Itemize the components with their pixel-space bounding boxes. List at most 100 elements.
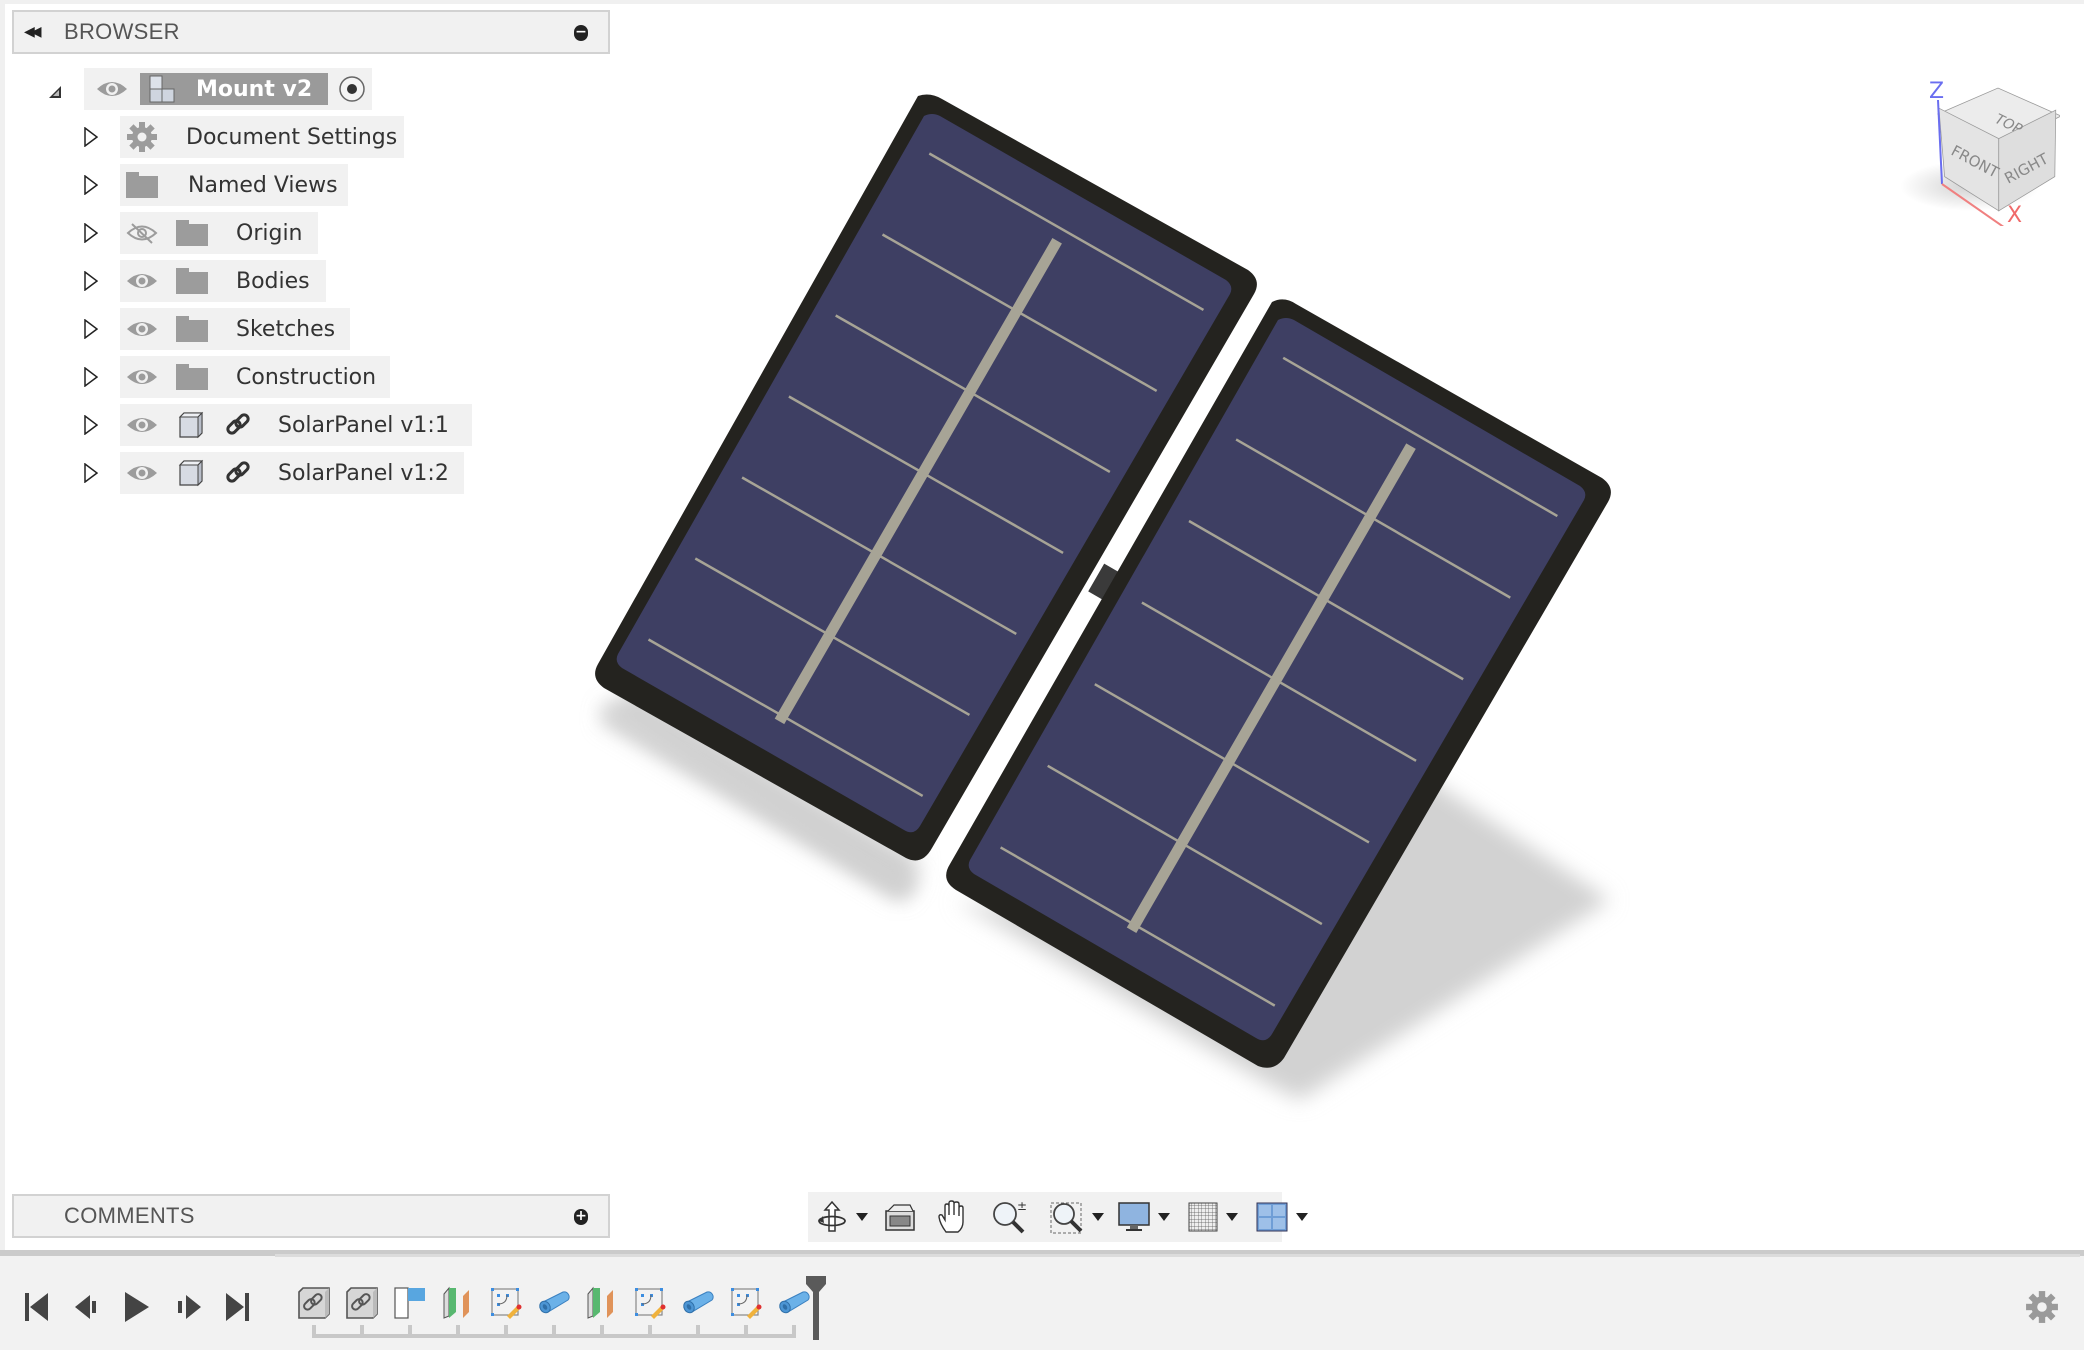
expand-triangle-icon[interactable] xyxy=(84,415,98,435)
eye-icon[interactable] xyxy=(126,319,158,339)
zoom-dropdown-caret[interactable] xyxy=(1092,1213,1104,1221)
grid-dropdown-caret[interactable] xyxy=(1226,1213,1238,1221)
tree-item-label: Sketches xyxy=(236,316,336,342)
timeline-feature-sketch[interactable] xyxy=(630,1285,670,1321)
pan-icon xyxy=(938,1200,964,1233)
viewport-edge xyxy=(0,0,5,1250)
eye-icon[interactable] xyxy=(96,79,128,99)
eye-icon[interactable] xyxy=(126,415,158,435)
activate-radio-icon[interactable] xyxy=(338,75,366,103)
axis-x-label: X xyxy=(2007,203,2022,226)
tree-item-label: Document Settings xyxy=(186,124,398,150)
grid-button[interactable] xyxy=(1188,1197,1218,1237)
look-at-button[interactable] xyxy=(884,1197,916,1237)
timeline-feature-split-body[interactable] xyxy=(438,1285,478,1321)
split-body-icon xyxy=(587,1286,613,1319)
folder-icon xyxy=(176,364,208,390)
root-chip[interactable]: Mount v2 xyxy=(84,68,372,110)
timeline-feature-joint-origin[interactable] xyxy=(390,1285,430,1321)
folder-icon xyxy=(176,268,208,294)
viewports-icon xyxy=(1256,1202,1288,1232)
timeline-tick xyxy=(552,1325,556,1337)
linked-component-icon xyxy=(298,1287,330,1319)
timeline-feature-linked-component[interactable] xyxy=(342,1285,382,1321)
tree-item-label: SolarPanel v1:2 xyxy=(278,460,449,486)
pipe-icon xyxy=(539,1291,570,1314)
tree-item-label: Origin xyxy=(236,220,303,246)
zoom-button[interactable]: ± xyxy=(992,1197,1028,1237)
browser-minimize-button[interactable]: − xyxy=(574,25,588,41)
display-dropdown-caret[interactable] xyxy=(1158,1213,1170,1221)
sketch-icon xyxy=(491,1288,522,1319)
eye-icon[interactable] xyxy=(126,463,158,483)
pipe-icon xyxy=(683,1291,714,1314)
eye-hidden-icon[interactable] xyxy=(126,222,158,244)
display-settings-button[interactable] xyxy=(1118,1197,1150,1237)
sketch-icon xyxy=(635,1288,666,1319)
timeline-tick xyxy=(600,1325,604,1337)
folder-icon xyxy=(176,220,208,246)
timeline-scrollbar[interactable] xyxy=(275,1254,2080,1257)
expand-triangle-icon[interactable] xyxy=(84,175,98,195)
expand-triangle-icon[interactable] xyxy=(84,367,98,387)
timeline-marker[interactable] xyxy=(806,1276,826,1340)
expand-triangle-icon[interactable] xyxy=(84,463,98,483)
root-label: Mount v2 xyxy=(196,76,313,102)
timeline-step-back-button[interactable] xyxy=(74,1290,102,1324)
expand-triangle-icon[interactable] xyxy=(84,223,98,243)
timeline-tick xyxy=(312,1325,316,1337)
pan-button[interactable] xyxy=(936,1197,970,1237)
sketch-icon xyxy=(731,1288,762,1319)
step-back-icon xyxy=(75,1295,96,1319)
grid-icon xyxy=(1188,1202,1218,1232)
go-to-start-icon xyxy=(25,1293,48,1321)
timeline-play-button[interactable] xyxy=(124,1290,150,1324)
orbit-icon xyxy=(818,1200,846,1232)
navigation-toolbar: ± xyxy=(808,1192,1308,1242)
timeline-feature-sketch[interactable] xyxy=(726,1285,766,1321)
tree-item-label: SolarPanel v1:1 xyxy=(278,412,449,438)
timeline-step-forward-button[interactable] xyxy=(174,1290,202,1324)
comments-header[interactable]: COMMENTS + xyxy=(12,1194,610,1238)
collapse-triangle-icon[interactable] xyxy=(48,82,62,102)
view-cube[interactable]: TOP FRONT RIGHT Z X xyxy=(1880,36,2060,226)
orbit-button[interactable] xyxy=(816,1197,848,1237)
add-comment-button[interactable]: + xyxy=(574,1209,588,1225)
viewports-button[interactable] xyxy=(1256,1197,1288,1237)
timeline-feature-sketch[interactable] xyxy=(486,1285,526,1321)
expand-triangle-icon[interactable] xyxy=(84,319,98,339)
comments-title: COMMENTS xyxy=(64,1203,195,1228)
timeline-tick xyxy=(360,1325,364,1337)
timeline-feature-linked-component[interactable] xyxy=(294,1285,334,1321)
collapse-panel-icon[interactable]: ◀◀ xyxy=(24,24,44,40)
joint-origin-icon xyxy=(394,1287,425,1319)
eye-icon[interactable] xyxy=(126,271,158,291)
timeline-settings-gear-icon[interactable] xyxy=(2025,1290,2059,1324)
timeline-feature-pipe[interactable] xyxy=(534,1285,574,1321)
viewports-dropdown-caret[interactable] xyxy=(1296,1213,1308,1221)
expand-triangle-icon[interactable] xyxy=(84,271,98,291)
zoom-window-icon xyxy=(1050,1202,1083,1234)
play-icon xyxy=(125,1292,149,1322)
gear-icon xyxy=(127,122,157,152)
expand-triangle-icon[interactable] xyxy=(84,127,98,147)
browser-header[interactable]: ◀◀ BROWSER − xyxy=(12,10,610,54)
folder-icon xyxy=(176,316,208,342)
component-icon xyxy=(178,411,204,439)
timeline-go-to-end-button[interactable] xyxy=(224,1290,250,1324)
timeline-go-to-start-button[interactable] xyxy=(24,1290,50,1324)
folder-icon xyxy=(126,172,158,198)
root-label-highlight: Mount v2 xyxy=(140,73,328,105)
axis-z-label: Z xyxy=(1929,79,1944,104)
fit-button[interactable] xyxy=(1050,1197,1084,1237)
zoom-icon: ± xyxy=(993,1200,1027,1234)
eye-icon[interactable] xyxy=(126,367,158,387)
assembly-icon xyxy=(149,75,175,103)
orbit-dropdown-caret[interactable] xyxy=(856,1213,868,1221)
timeline-tick xyxy=(648,1325,652,1337)
timeline-feature-split-body[interactable] xyxy=(582,1285,622,1321)
timeline-tick xyxy=(792,1325,796,1337)
svg-text:±: ± xyxy=(1017,1200,1027,1213)
display-settings-icon xyxy=(1118,1202,1150,1231)
timeline-feature-pipe[interactable] xyxy=(678,1285,718,1321)
